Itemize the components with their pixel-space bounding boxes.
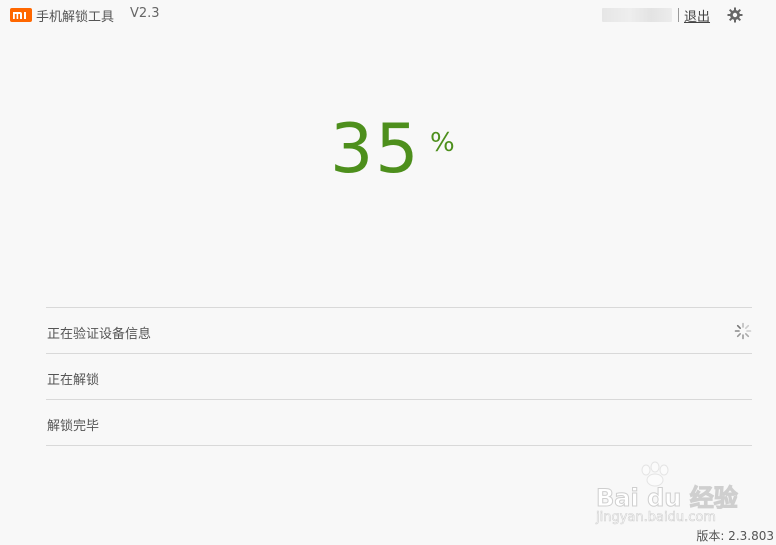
step-label: 正在验证设备信息: [47, 327, 152, 342]
account-name: [602, 8, 672, 22]
progress-percentage: 35: [330, 110, 421, 189]
footer-version: 版本: 2.3.803: [696, 529, 774, 543]
step-verify-device: 正在验证设备信息: [46, 308, 752, 354]
loading-spinner-icon: [734, 322, 752, 340]
step-unlock-complete: 解锁完毕: [46, 400, 752, 446]
progress-percent-sign: %: [430, 128, 455, 158]
step-label: 正在解锁: [47, 373, 100, 388]
header-divider: [678, 8, 679, 22]
logout-link[interactable]: 退出: [684, 6, 710, 25]
watermark-brand: Bai du 经验: [596, 484, 739, 513]
mi-logo-icon: [10, 8, 32, 22]
app-version: V2.3: [130, 6, 160, 21]
gear-icon[interactable]: [727, 7, 743, 23]
title-bar: 手机解锁工具 V2.3 退出: [0, 0, 776, 30]
step-unlocking: 正在解锁: [46, 354, 752, 400]
watermark-url: jingyan.baidu.com: [596, 510, 717, 526]
unlock-steps-list: 正在验证设备信息 正在解锁 解锁完毕: [46, 307, 752, 446]
app-title: 手机解锁工具: [36, 10, 115, 25]
step-label: 解锁完毕: [47, 419, 100, 434]
